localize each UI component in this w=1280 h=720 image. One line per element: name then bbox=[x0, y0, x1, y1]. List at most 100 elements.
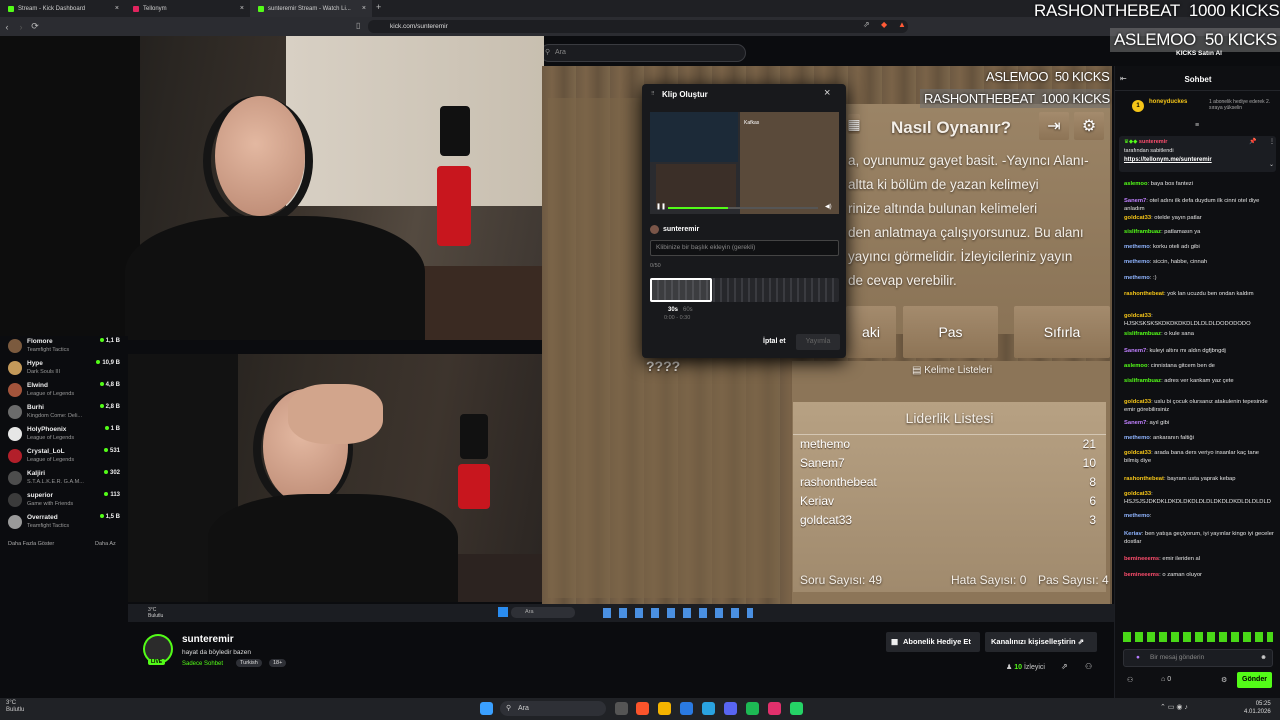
send-button[interactable]: Gönder bbox=[1237, 672, 1272, 688]
tab-sunteremir[interactable]: sunteremir Stream - Watch Li... × bbox=[250, 0, 372, 17]
brave-rewards-icon[interactable]: ▲ bbox=[898, 20, 906, 29]
whatsapp-icon[interactable] bbox=[790, 702, 803, 715]
close-icon[interactable]: × bbox=[362, 5, 366, 12]
top-gifter-name[interactable]: honeyduckes bbox=[1149, 99, 1187, 105]
gift-sub-button[interactable]: ▦ Abonelik Hediye Et bbox=[886, 632, 980, 652]
chat-username[interactable]: methemo bbox=[1124, 435, 1150, 441]
reset-button[interactable]: Sıfırla bbox=[1014, 306, 1110, 358]
search-input[interactable]: ⚲ Ara bbox=[540, 44, 746, 62]
chat-username[interactable]: sisliframbuaz bbox=[1124, 229, 1161, 235]
streamer-name[interactable]: sunteremir bbox=[182, 634, 234, 645]
spotify-icon[interactable] bbox=[746, 702, 759, 715]
show-less-link[interactable]: Daha Az bbox=[95, 541, 116, 547]
duration-60s[interactable]: 60s bbox=[683, 307, 693, 313]
clip-range-selector[interactable] bbox=[650, 278, 712, 302]
chat-username[interactable]: methemo bbox=[1124, 513, 1150, 519]
category-link[interactable]: Sadece Sohbet bbox=[182, 661, 223, 667]
settings-icon[interactable]: ⚙ bbox=[1221, 676, 1227, 684]
chat-username[interactable]: goldcat33 bbox=[1124, 399, 1151, 405]
instagram-icon[interactable] bbox=[768, 702, 781, 715]
chat-username[interactable]: goldcat33 bbox=[1124, 450, 1151, 456]
chat-username[interactable]: sisliframbuaz bbox=[1124, 378, 1161, 384]
brave-icon[interactable] bbox=[636, 702, 649, 715]
chat-username[interactable]: goldcat33 bbox=[1124, 491, 1151, 497]
list-item[interactable]: Crystal_LoL League of Legends 531 bbox=[8, 446, 124, 468]
word-lists-button[interactable]: ▤ Kelime Listeleri bbox=[912, 365, 992, 376]
channel-points-icon[interactable]: ⚇ bbox=[1127, 676, 1133, 684]
folder-icon[interactable] bbox=[658, 702, 671, 715]
volume-icon[interactable]: ◀) bbox=[825, 203, 832, 210]
share-icon[interactable]: ⇗ bbox=[1061, 662, 1068, 671]
list-item[interactable]: Kaljiri S.T.A.L.K.E.R. G.A.M... 302 bbox=[8, 468, 124, 490]
share-icon[interactable]: ⇗ bbox=[863, 20, 870, 29]
chat-username[interactable]: methemo bbox=[1124, 275, 1150, 281]
chat-username[interactable]: aslemoo bbox=[1124, 363, 1148, 369]
emote-bar[interactable] bbox=[1123, 632, 1273, 642]
tab-kick-dashboard[interactable]: Stream - Kick Dashboard × bbox=[0, 0, 125, 17]
chat-username[interactable]: Sanem7 bbox=[1124, 348, 1146, 354]
close-icon[interactable]: × bbox=[115, 5, 119, 12]
exit-icon[interactable]: ⇥ bbox=[1039, 112, 1069, 140]
chat-username[interactable]: goldcat33 bbox=[1124, 215, 1151, 221]
reload-icon[interactable]: ⟳ bbox=[28, 21, 42, 32]
tab-tellonym[interactable]: Tellonym × bbox=[125, 0, 250, 17]
show-more-link[interactable]: Daha Fazla Göster bbox=[8, 541, 54, 547]
publish-button[interactable]: Yayımla bbox=[796, 334, 840, 350]
cancel-button[interactable]: İptal et bbox=[763, 338, 786, 345]
weather-widget[interactable]: 3°C Bulutlu bbox=[6, 700, 24, 714]
chat-username[interactable]: bemineeems bbox=[1124, 556, 1159, 562]
taskbar-search[interactable]: ⚲ Ara bbox=[500, 701, 606, 716]
close-icon[interactable]: × bbox=[240, 5, 244, 12]
chat-username[interactable]: bemineeems bbox=[1124, 572, 1159, 578]
chat-input[interactable]: ● Bir mesaj gönderin ☻ bbox=[1123, 649, 1273, 667]
language-tag[interactable]: Turkish bbox=[236, 659, 262, 667]
customize-channel-button[interactable]: Kanalınızı kişiselleştirin ⇗ bbox=[985, 632, 1097, 652]
clip-preview[interactable]: Kafkas ❚❚ ◀) bbox=[650, 112, 839, 214]
pass-button[interactable]: Pas bbox=[903, 306, 998, 358]
age-tag[interactable]: 18+ bbox=[269, 659, 287, 667]
system-tray-icons[interactable]: ⌃ ▭ ◉ ♪ bbox=[1160, 703, 1188, 711]
emoji-icon[interactable]: ☻ bbox=[1260, 650, 1267, 666]
chat-username[interactable]: methemo bbox=[1124, 259, 1150, 265]
list-item[interactable]: HolyPhoenix League of Legends 1 B bbox=[8, 424, 124, 446]
points-counter[interactable]: ⌂ 0 bbox=[1161, 676, 1171, 683]
users-icon[interactable]: ⚇ bbox=[1085, 662, 1092, 671]
discord-icon[interactable] bbox=[724, 702, 737, 715]
chat-username[interactable]: Sanem7 bbox=[1124, 198, 1146, 204]
clip-timeline[interactable] bbox=[650, 278, 839, 302]
pin-icon[interactable]: 📌 bbox=[1249, 138, 1256, 145]
list-item[interactable]: superior Game with Friends 113 bbox=[8, 490, 124, 512]
list-item[interactable]: Hype Dark Souls III 10,9 B bbox=[8, 358, 124, 380]
clip-title-input[interactable]: Klibinize bir başlık ekleyin (gerekli) bbox=[650, 240, 839, 256]
chat-username[interactable]: rashonthebeat bbox=[1124, 291, 1164, 297]
panel-icon[interactable]: ▦ bbox=[847, 114, 861, 134]
telegram-icon[interactable] bbox=[702, 702, 715, 715]
list-item[interactable]: Flomore Teamfight Tactics 1,1 B bbox=[8, 336, 124, 358]
chat-username[interactable]: methemo bbox=[1124, 244, 1150, 250]
more-icon[interactable]: ⋮ bbox=[1269, 138, 1275, 145]
gear-icon[interactable]: ⚙ bbox=[1074, 112, 1104, 140]
chat-username[interactable]: Sanem7 bbox=[1124, 420, 1146, 426]
buy-kicks-button[interactable]: KICKS Satın Al bbox=[1176, 50, 1222, 57]
drag-handle-icon[interactable]: ⠿ bbox=[651, 91, 655, 97]
clock[interactable]: 05:25 4.01.2026 bbox=[1244, 700, 1271, 716]
chevron-down-icon[interactable]: ⌄ bbox=[1269, 161, 1274, 168]
chat-username[interactable]: goldcat33 bbox=[1124, 313, 1151, 319]
chat-username[interactable]: aslemoo bbox=[1124, 181, 1148, 187]
windows-start-icon[interactable] bbox=[480, 702, 493, 715]
close-icon[interactable]: × bbox=[824, 87, 830, 99]
list-item[interactable]: Burhi Kingdom Come: Deli... 2,8 B bbox=[8, 402, 124, 424]
brave-shield-icon[interactable]: ◆ bbox=[881, 20, 887, 29]
chevron-down-icon[interactable]: ≡ bbox=[1195, 122, 1199, 129]
url-field[interactable]: kick.com/sunteremir bbox=[368, 20, 908, 33]
back-icon[interactable]: ‹ bbox=[0, 22, 14, 32]
chat-username[interactable]: rashonthebeat bbox=[1124, 476, 1164, 482]
mail-icon[interactable] bbox=[680, 702, 693, 715]
list-item[interactable]: Overrated Teamfight Tactics 1,5 B bbox=[8, 512, 124, 534]
list-item[interactable]: Elwind League of Legends 4,8 B bbox=[8, 380, 124, 402]
chat-username[interactable]: Keriav bbox=[1124, 531, 1142, 537]
duration-30s[interactable]: 30s bbox=[668, 307, 678, 313]
skip-button[interactable]: aki bbox=[846, 306, 896, 358]
bookmark-icon[interactable]: ▯ bbox=[356, 21, 360, 30]
forward-icon[interactable]: › bbox=[14, 22, 28, 32]
